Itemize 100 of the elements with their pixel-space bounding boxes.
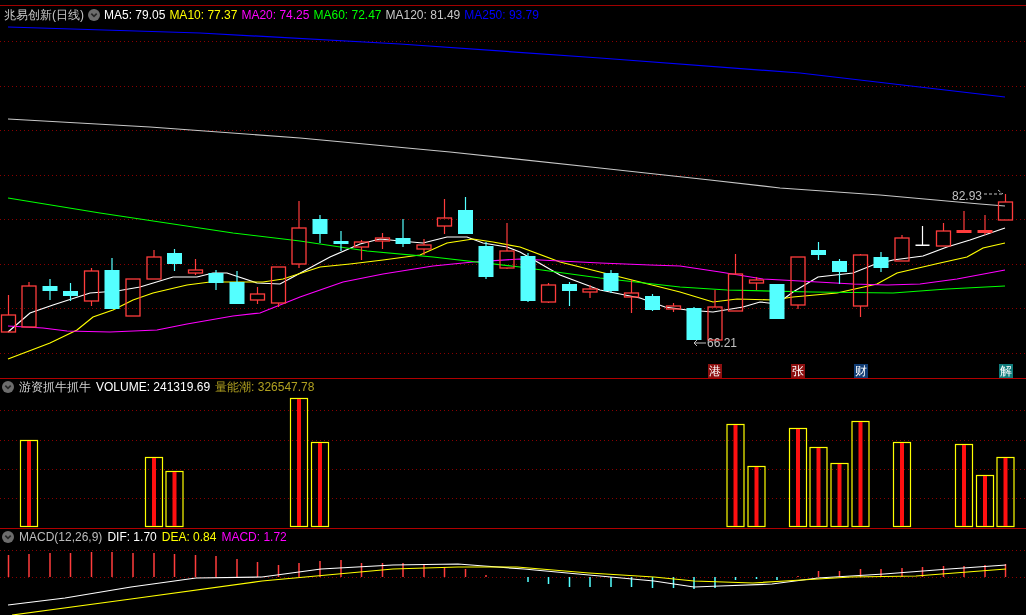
indicator-value: MA10: 77.37 [169,9,238,21]
chart-title: 兆易创新(日线) [4,9,84,21]
macd-bar [859,569,862,577]
macd-bar [672,577,675,588]
indicator-value: MA120: 81.49 [385,9,461,21]
event-tag[interactable]: 解 [998,364,1013,378]
candlestick [291,200,307,269]
indicator-value: VOLUME: 241319.69 [96,381,211,393]
event-tag[interactable]: 张 [791,364,805,378]
candlestick [977,214,993,236]
dropdown-icon[interactable] [88,9,100,21]
candlestick [146,249,162,280]
arrow-right-icon [984,189,1004,197]
indicator-value: 量能潮: 326547.78 [215,381,315,393]
macd-bar [651,577,654,588]
candlestick [353,239,370,261]
candlestick [229,270,245,305]
arrow-left-icon [693,339,706,347]
macd-bar [734,577,737,580]
candlestick [416,238,432,256]
candlestick [956,210,972,234]
macd-bar [568,577,571,587]
candlestick [249,286,266,305]
macd-bar [838,571,841,577]
candlestick [395,218,411,248]
candlestick [42,278,58,301]
macd-bar [90,552,93,577]
candlestick [499,222,515,270]
candlestick [540,282,557,304]
candlestick [915,225,930,246]
indicator-value: MA60: 72.47 [313,9,382,21]
candlestick [811,241,826,261]
candlestick [478,241,494,280]
macd-bar [942,566,945,577]
volume-bar [830,462,849,528]
volume-bar [747,465,766,528]
candlestick [790,256,806,310]
candlestick [63,282,78,302]
candlestick [623,279,640,314]
macd-bar [547,577,550,584]
candlestick [21,281,37,328]
candlestick [374,232,391,250]
indicator-value: DIF: 1.70 [107,531,157,543]
candlestick [520,252,536,303]
candlestick [997,193,1014,221]
candlestick [208,269,224,291]
macd-bar [256,562,259,577]
candlestick [873,251,889,273]
price-label: 82.93 [952,190,983,202]
volume-bar [996,456,1015,528]
candlestick [832,258,847,285]
candlestick [582,284,598,299]
candlestick [665,302,682,313]
macd-bar [173,554,176,577]
event-tag[interactable]: 港 [708,364,722,378]
candlestick [852,253,869,318]
candlestick [894,234,910,262]
macd-bar [69,553,72,577]
candlestick [935,222,952,247]
candlestick [333,230,349,252]
candlestick [686,306,702,341]
candlestick [312,214,328,244]
candlestick [769,283,785,320]
event-tag[interactable]: 财 [853,364,868,378]
macd-bar [7,555,10,577]
dropdown-icon[interactable] [2,381,14,393]
candlestick [748,276,765,291]
price-label: 66.21 [707,337,738,349]
candlestick [270,266,287,308]
candlestick [458,196,473,235]
indicator-name: 游资抓牛抓牛 [19,381,91,393]
indicator-value: MA250: 93.79 [464,9,539,21]
macd-bar [381,563,384,577]
macd-bar [921,567,924,577]
candlestick [603,269,619,294]
candlestick [125,278,141,317]
dropdown-icon[interactable] [2,531,14,543]
candlestick [0,294,17,333]
candlestick [167,248,182,272]
macd-bar [1004,564,1007,577]
macd-bar [464,569,467,577]
volume-bar [165,470,184,528]
indicator-value: MA5: 79.05 [104,9,166,21]
macd-bar [817,571,820,577]
macd-bar [630,577,633,587]
candlestick [727,253,744,312]
candlestick [645,293,660,312]
macd-bar [277,565,280,577]
indicator-value: MA20: 74.25 [241,9,310,21]
candlestick [436,198,453,235]
indicator-value: MACD: 1.72 [221,531,287,543]
macd-bar [360,563,363,577]
macd-bar [443,567,446,577]
candlestick [187,258,204,276]
candlestick [104,257,120,310]
macd-bar [194,555,197,577]
volume-bar [144,456,164,528]
candlestick [83,267,100,307]
indicator-value: DEA: 0.84 [161,531,217,543]
indicator-name: MACD(12,26,9) [19,531,103,543]
